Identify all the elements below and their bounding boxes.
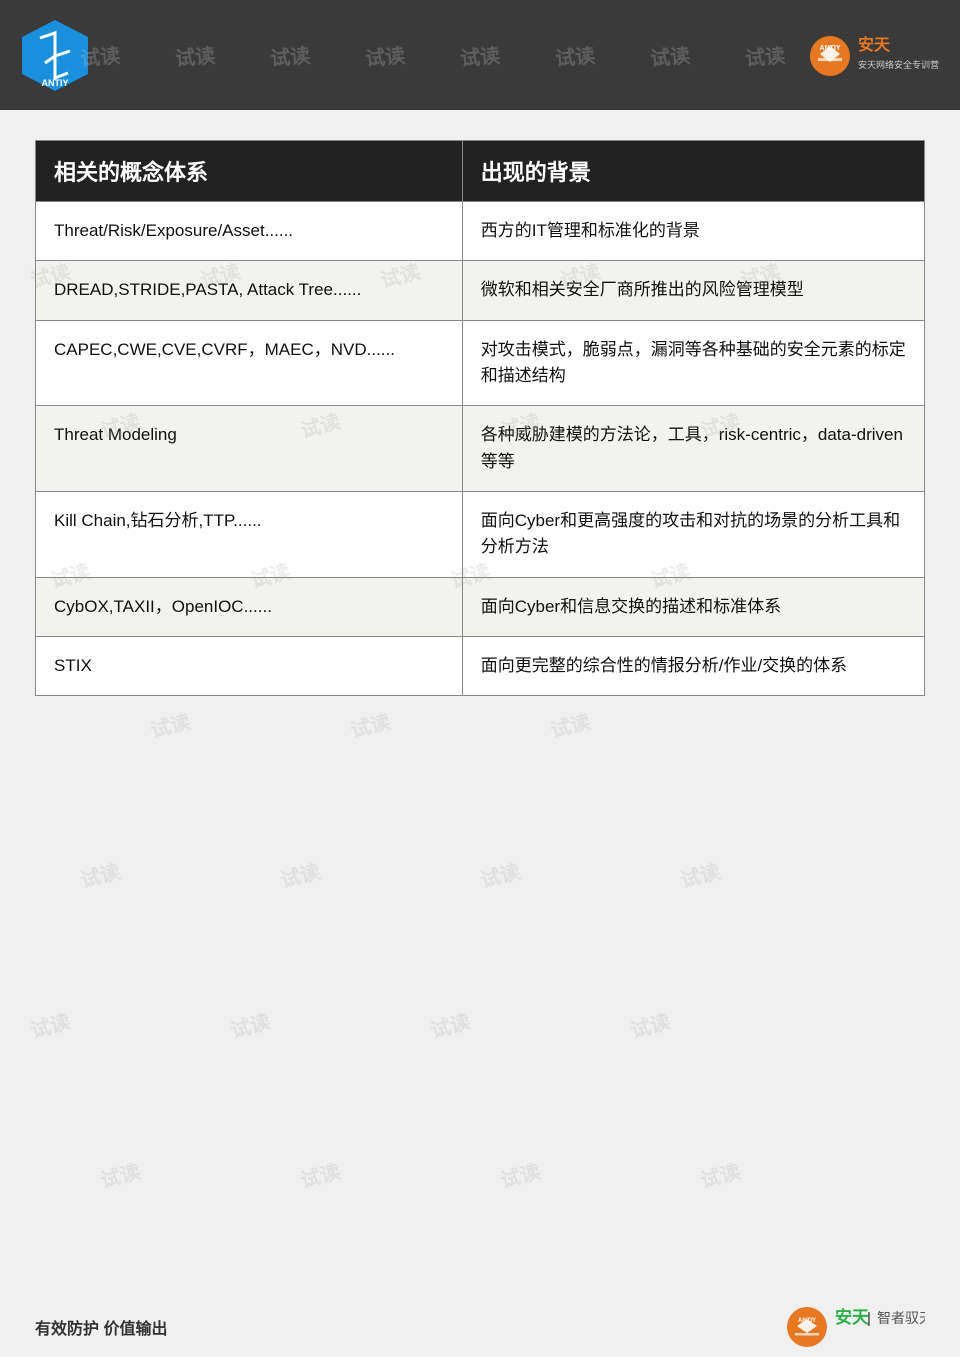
watermark-h4: 试读 [364,39,406,71]
table-cell-left: DREAD,STRIDE,PASTA, Attack Tree...... [36,261,463,320]
footer-left-text: 有效防护 价值输出 [35,1315,167,1339]
table-cell-right: 西方的IT管理和标准化的背景 [462,202,924,261]
table-cell-left: Kill Chain,钻石分析,TTP...... [36,492,463,578]
table-cell-right: 面向Cyber和信息交换的描述和标准体系 [462,577,924,636]
svg-text:|: | [867,1310,871,1327]
main-table: 相关的概念体系 出现的背景 Threat/Risk/Exposure/Asset… [35,140,925,696]
table-cell-left: CAPEC,CWE,CVE,CVRF，MAEC，NVD...... [36,320,463,406]
table-cell-right: 面向更完整的综合性的情报分析/作业/交换的体系 [462,637,924,696]
footer-logo-icon: ANTIY 安天 | 智者驭天下 [785,1305,925,1350]
table-row: DREAD,STRIDE,PASTA, Attack Tree......微软和… [36,261,925,320]
watermark-h7: 试读 [649,39,691,71]
body-watermark-14: 试读 [347,705,393,743]
body-watermark-25: 试读 [297,1155,343,1193]
table-row: CybOX,TAXII，OpenIOC......面向Cyber和信息交换的描述… [36,577,925,636]
svg-text:安天: 安天 [835,1307,870,1327]
watermark-h3: 试读 [269,39,311,71]
body-watermark-15: 试读 [547,705,593,743]
body-watermark-18: 试读 [477,855,523,893]
body-watermark-22: 试读 [427,1005,473,1043]
table-body: Threat/Risk/Exposure/Asset......西方的IT管理和… [36,202,925,696]
body-watermark-24: 试读 [97,1155,143,1193]
body-watermark-19: 试读 [677,855,723,893]
body-watermark-26: 试读 [497,1155,543,1193]
table-cell-right: 各种威胁建模的方法论，工具，risk-centric，data-driven等等 [462,406,924,492]
table-cell-left: CybOX,TAXII，OpenIOC...... [36,577,463,636]
svg-text:安天网络安全专训营第四期: 安天网络安全专训营第四期 [858,59,940,70]
col-left-header: 相关的概念体系 [36,141,463,202]
watermark-h2: 试读 [174,39,216,71]
table-row: Threat Modeling各种威胁建模的方法论，工具，risk-centri… [36,406,925,492]
svg-text:ANTIY: ANTIY [42,78,69,88]
body-watermark-16: 试读 [77,855,123,893]
watermark-h6: 试读 [554,39,596,71]
body-watermark-17: 试读 [277,855,323,893]
page: ANTIY 试读 试读 试读 试读 试读 试读 试读 试读 试读 ANTIY [0,0,960,1357]
header-watermarks: 试读 试读 试读 试读 试读 试读 试读 试读 试读 [80,0,800,110]
body-watermark-23: 试读 [627,1005,673,1043]
body-watermark-13: 试读 [147,705,193,743]
svg-text:智者驭天下: 智者驭天下 [877,1310,925,1326]
table-cell-right: 面向Cyber和更高强度的攻击和对抗的场景的分析工具和分析方法 [462,492,924,578]
header: ANTIY 试读 试读 试读 试读 试读 试读 试读 试读 试读 ANTIY [0,0,960,110]
col-right-header: 出现的背景 [462,141,924,202]
table-row: CAPEC,CWE,CVE,CVRF，MAEC，NVD......对攻击模式，脆… [36,320,925,406]
table-cell-left: Threat/Risk/Exposure/Asset...... [36,202,463,261]
table-cell-left: Threat Modeling [36,406,463,492]
table-cell-right: 对攻击模式，脆弱点，漏洞等各种基础的安全元素的标定和描述结构 [462,320,924,406]
footer-right-brand: ANTIY 安天 | 智者驭天下 [785,1305,925,1350]
watermark-h1: 试读 [80,39,121,71]
body-watermark-27: 试读 [697,1155,743,1193]
footer: 有效防护 价值输出 ANTIY 安天 | 智者驭天下 [0,1297,960,1357]
watermark-h8: 试读 [744,39,786,71]
watermark-h5: 试读 [459,39,501,71]
header-right-brand: ANTIY 安天 安天网络安全专训营第四期 [810,28,940,83]
body-watermark-20: 试读 [27,1005,73,1043]
table-row: Kill Chain,钻石分析,TTP......面向Cyber和更高强度的攻击… [36,492,925,578]
table-cell-left: STIX [36,637,463,696]
body-watermark-21: 试读 [227,1005,273,1043]
table-cell-right: 微软和相关安全厂商所推出的风险管理模型 [462,261,924,320]
content-area: 相关的概念体系 出现的背景 Threat/Risk/Exposure/Asset… [35,140,925,696]
table-header-row: 相关的概念体系 出现的背景 [36,141,925,202]
table-row: STIX面向更完整的综合性的情报分析/作业/交换的体系 [36,637,925,696]
table-row: Threat/Risk/Exposure/Asset......西方的IT管理和… [36,202,925,261]
svg-text:安天: 安天 [858,35,891,54]
right-logo-icon: ANTIY 安天 安天网络安全专训营第四期 [810,28,940,83]
